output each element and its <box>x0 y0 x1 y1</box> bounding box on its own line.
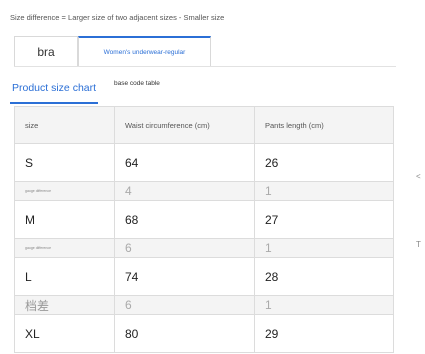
pants-length-cell: 28 <box>265 269 279 284</box>
difference-label: gauge difference <box>25 189 52 193</box>
table-row-difference: gauge difference 6 1 <box>15 239 393 258</box>
table-row-difference: 档差 6 1 <box>15 296 393 315</box>
table-row: S 64 26 <box>15 144 393 182</box>
size-difference-note: Size difference = Larger size of two adj… <box>10 13 225 22</box>
table-row: L 74 28 <box>15 258 393 296</box>
table-header-row: size Waist circumference (cm) Pants leng… <box>15 107 393 144</box>
table-row: M 68 27 <box>15 201 393 239</box>
waist-diff-cell: 6 <box>115 296 255 314</box>
waist-diff-cell: 4 <box>115 182 255 200</box>
pants-diff-cell: 1 <box>265 241 272 255</box>
size-cell: M <box>15 201 115 238</box>
waist-cell: 64 <box>115 144 255 181</box>
edge-mark: < <box>416 172 421 181</box>
size-cell: L <box>15 258 115 295</box>
chart-subtabs: Product size chart base code table <box>10 74 240 106</box>
waist-diff-cell: 6 <box>115 239 255 257</box>
tab-womens-underwear-regular[interactable]: Women's underwear-regular <box>78 36 211 66</box>
pants-diff-cell: 1 <box>265 298 272 312</box>
size-cell: XL <box>15 315 115 352</box>
waist-cell: 68 <box>115 201 255 238</box>
difference-label: 档差 <box>25 298 50 313</box>
pants-length-cell: 29 <box>265 326 279 341</box>
category-tabs: bra Women's underwear-regular <box>14 36 396 67</box>
pants-length-cell: 27 <box>265 212 279 227</box>
table-row-difference: gauge difference 4 1 <box>15 182 393 201</box>
difference-label: gauge difference <box>25 246 52 250</box>
size-chart-table: size Waist circumference (cm) Pants leng… <box>14 106 394 353</box>
edge-mark: T <box>416 240 421 249</box>
size-cell: S <box>15 144 115 181</box>
tab-base-code-table[interactable]: base code table <box>114 68 160 98</box>
waist-cell: 74 <box>115 258 255 295</box>
table-row: XL 80 29 <box>15 315 393 353</box>
header-size: size <box>15 107 115 143</box>
tab-product-size-chart[interactable]: Product size chart <box>10 74 99 104</box>
header-waist: Waist circumference (cm) <box>115 107 255 143</box>
header-pants-length: Pants length (cm) <box>265 120 324 130</box>
waist-cell: 80 <box>115 315 255 352</box>
pants-diff-cell: 1 <box>265 184 272 198</box>
tab-bra[interactable]: bra <box>14 36 78 66</box>
pants-length-cell: 26 <box>265 155 279 170</box>
